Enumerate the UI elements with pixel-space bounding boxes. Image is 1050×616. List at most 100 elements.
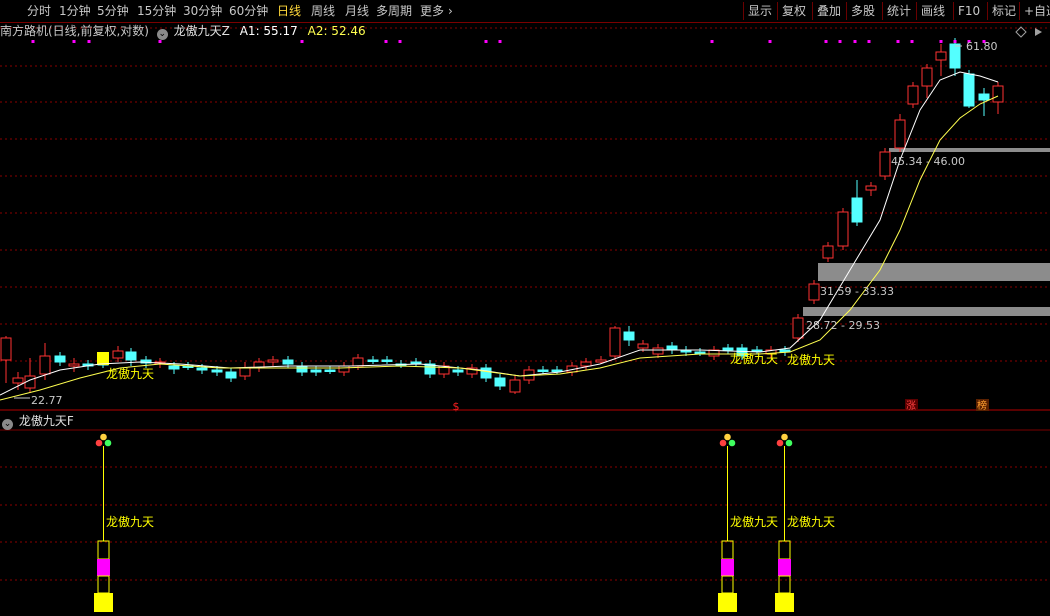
stock-label: 南方路机(日线,前复权,对数) xyxy=(0,24,149,38)
sub-signal-label: 龙傲九天 xyxy=(730,514,778,529)
period-tab-10[interactable]: 更多 xyxy=(420,3,444,19)
candle-body[interactable] xyxy=(637,343,649,349)
candle-body[interactable] xyxy=(68,363,80,367)
toolbar-separator xyxy=(743,2,744,20)
toolbar-button-1[interactable]: 复权 xyxy=(782,3,806,19)
candle-body[interactable] xyxy=(963,73,975,107)
more-arrow-icon[interactable]: › xyxy=(448,3,453,19)
period-tab-1[interactable]: 1分钟 xyxy=(59,3,91,19)
candle-body[interactable] xyxy=(0,337,12,361)
period-tab-4[interactable]: 30分钟 xyxy=(183,3,222,19)
sub-indicator-name[interactable]: 龙傲九天F xyxy=(19,414,74,428)
signal-candle xyxy=(97,352,109,365)
sub-signal-label: 龙傲九天 xyxy=(106,514,154,529)
candle-body[interactable] xyxy=(125,351,137,361)
candle-body[interactable] xyxy=(666,345,678,351)
candle-body[interactable] xyxy=(808,283,820,301)
candle-body[interactable] xyxy=(381,359,393,362)
candle-body[interactable] xyxy=(978,93,990,101)
sub-indicator-settings-icon[interactable]: ⌄ xyxy=(2,419,13,430)
toolbar-button-8[interactable]: +自选 xyxy=(1024,3,1050,19)
toolbar-button-2[interactable]: 叠加 xyxy=(817,3,841,19)
candle-body[interactable] xyxy=(822,245,834,259)
period-tab-0[interactable]: 分时 xyxy=(27,3,51,19)
candle-body[interactable] xyxy=(894,119,906,149)
signal-dot xyxy=(785,439,793,447)
candle-body[interactable] xyxy=(907,85,919,105)
period-tab-7[interactable]: 周线 xyxy=(311,3,335,19)
toolbar-button-3[interactable]: 多股 xyxy=(851,3,875,19)
candle-body[interactable] xyxy=(694,351,706,354)
candle-body[interactable] xyxy=(792,317,804,339)
candle-body[interactable] xyxy=(851,197,863,223)
signal-box-outline xyxy=(778,575,791,594)
period-tab-9[interactable]: 多周期 xyxy=(376,3,412,19)
top-marker-dot xyxy=(87,40,91,43)
candle-body[interactable] xyxy=(168,365,180,370)
candle-body[interactable] xyxy=(352,357,364,367)
signal-dot xyxy=(776,439,784,447)
a2-value: A2: 52.46 xyxy=(307,24,366,38)
candle-body[interactable] xyxy=(310,369,322,373)
candle-body[interactable] xyxy=(112,350,124,359)
signal-dot xyxy=(104,439,112,447)
candlestick-chart[interactable]: 61.80 22.77 45.34 - 46.00 31.59 - 33.33 28.7… xyxy=(0,22,1050,616)
candle-body[interactable] xyxy=(921,67,933,87)
top-marker-dot xyxy=(710,40,714,43)
period-tab-5[interactable]: 60分钟 xyxy=(229,3,268,19)
candle-body[interactable] xyxy=(12,377,24,384)
candle-body[interactable] xyxy=(39,355,51,375)
top-marker-dot xyxy=(953,40,957,43)
candle-body[interactable] xyxy=(595,359,607,363)
candle-body[interactable] xyxy=(865,185,877,191)
main-indicator-name[interactable]: 龙傲九天Z xyxy=(174,24,230,38)
candle-body[interactable] xyxy=(480,367,492,379)
candle-body[interactable] xyxy=(267,359,279,363)
candle-body[interactable] xyxy=(338,365,350,373)
candle-body[interactable] xyxy=(324,369,336,372)
candle-body[interactable] xyxy=(992,85,1004,103)
toolbar-button-4[interactable]: 统计 xyxy=(887,3,911,19)
candle-body[interactable] xyxy=(609,327,621,357)
candle-body[interactable] xyxy=(239,367,251,377)
toolbar-button-6[interactable]: F10 xyxy=(958,3,980,19)
candle-body[interactable] xyxy=(537,369,549,372)
candle-body[interactable] xyxy=(452,369,464,373)
candle-body[interactable] xyxy=(509,379,521,393)
candle-body[interactable] xyxy=(935,51,947,61)
candle-body[interactable] xyxy=(296,365,308,373)
sub-chart-header: ⌄ 龙傲九天F xyxy=(0,412,300,430)
period-tab-8[interactable]: 月线 xyxy=(345,3,369,19)
period-tab-2[interactable]: 5分钟 xyxy=(97,3,129,19)
candle-body[interactable] xyxy=(837,211,849,247)
toolbar-button-0[interactable]: 显示 xyxy=(748,3,772,19)
candle-body[interactable] xyxy=(211,369,223,373)
candle-body[interactable] xyxy=(54,355,66,363)
candle-body[interactable] xyxy=(652,347,664,355)
top-marker-dot xyxy=(853,40,857,43)
signal-box-outline xyxy=(721,540,734,560)
candle-body[interactable] xyxy=(722,347,734,351)
top-marker-dot xyxy=(939,40,943,43)
candle-body[interactable] xyxy=(551,369,563,372)
period-tab-3[interactable]: 15分钟 xyxy=(137,3,176,19)
candle-body[interactable] xyxy=(225,371,237,379)
candle-body[interactable] xyxy=(367,359,379,362)
candle-body[interactable] xyxy=(410,361,422,364)
candle-body[interactable] xyxy=(623,331,635,341)
toolbar-button-7[interactable]: 标记 xyxy=(992,3,1016,19)
candle-body[interactable] xyxy=(494,377,506,387)
candle-body[interactable] xyxy=(580,361,592,367)
toolbar-separator xyxy=(812,2,813,20)
period-tab-6[interactable]: 日线 xyxy=(277,3,301,19)
top-marker-dot xyxy=(31,40,35,43)
toolbar-separator xyxy=(846,2,847,20)
candle-body[interactable] xyxy=(949,43,961,69)
top-marker-dot xyxy=(768,40,772,43)
signal-box-outline xyxy=(97,575,110,594)
indicator-settings-icon[interactable]: ⌄ xyxy=(156,29,168,40)
candle-body[interactable] xyxy=(282,359,294,365)
candle-body[interactable] xyxy=(196,367,208,371)
candle-body[interactable] xyxy=(879,151,891,177)
toolbar-button-5[interactable]: 画线 xyxy=(921,3,945,19)
